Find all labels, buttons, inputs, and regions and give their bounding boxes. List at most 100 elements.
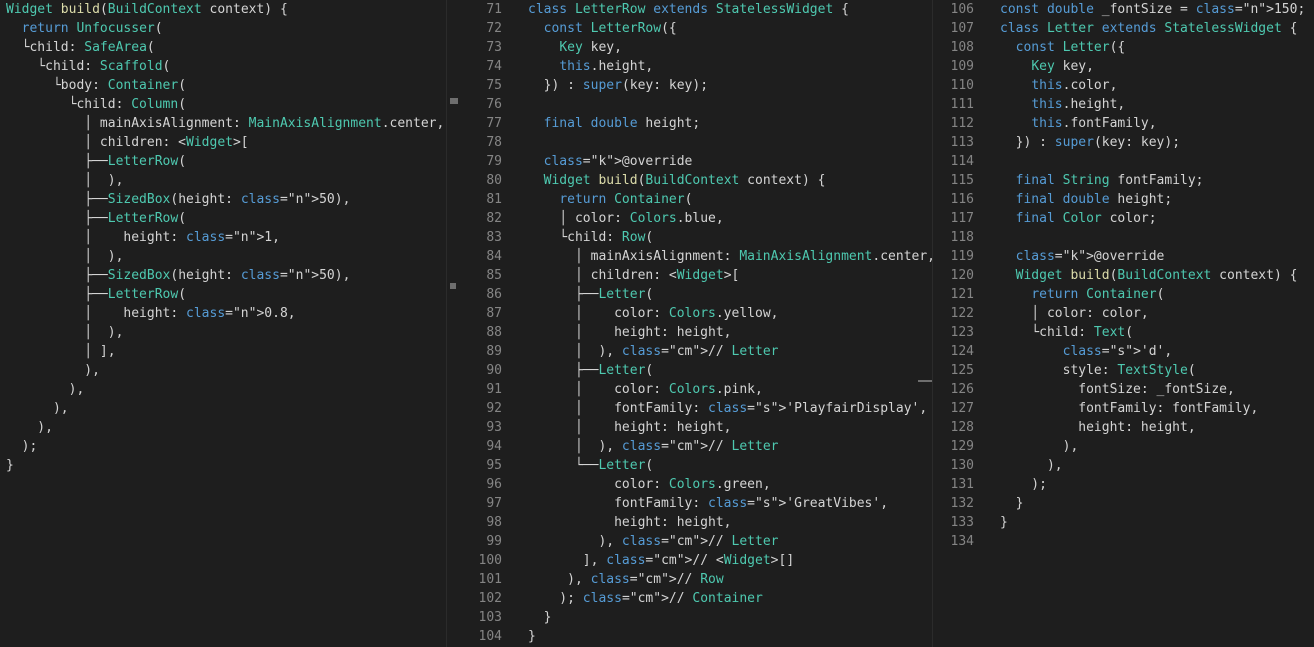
code-line[interactable]: 131 ); [934,475,1314,494]
code-line[interactable]: 111 this.height, [934,95,1314,114]
pane-divider[interactable] [446,0,447,647]
code-line[interactable]: 72 const LetterRow({ [462,19,932,38]
code-line[interactable]: 84 │ mainAxisAlignment: MainAxisAlignmen… [462,247,932,266]
code-line[interactable]: └child: Column( [0,95,446,114]
code-line[interactable]: 73 Key key, [462,38,932,57]
code-line[interactable]: 82 │ color: Colors.blue, [462,209,932,228]
line-number: 73 [486,40,502,55]
code-line[interactable]: 90 ├──Letter( [462,361,932,380]
code-line[interactable]: 104} [462,627,932,646]
code-text: return Container( [1031,287,1165,302]
code-line[interactable]: 130 ), [934,456,1314,475]
code-line[interactable]: 71 class LetterRow extends StatelessWidge… [462,0,932,19]
code-line[interactable]: └body: Container( [0,76,446,95]
code-line[interactable]: 116 final double height; [934,190,1314,209]
code-line[interactable]: 75 }) : super(key: key); [462,76,932,95]
code-line[interactable]: ), [0,399,446,418]
code-line[interactable]: 78 [462,133,932,152]
code-line[interactable]: 119 class="k">@override [934,247,1314,266]
code-line[interactable]: 83 └child: Row( [462,228,932,247]
code-line[interactable]: 88 │ height: height, [462,323,932,342]
code-line[interactable]: return Unfocusser( [0,19,446,38]
code-line[interactable]: └child: Scaffold( [0,57,446,76]
code-line[interactable]: 80 Widget build(BuildContext context) { [462,171,932,190]
code-line[interactable]: ├──LetterRow( [0,152,446,171]
code-line[interactable]: 96 color: Colors.green, [462,475,932,494]
code-line[interactable]: 89 │ ), class="cm">// Letter [462,342,932,361]
code-line[interactable]: │ height: class="n">0.8, [0,304,446,323]
code-line[interactable]: 121 return Container( [934,285,1314,304]
code-line[interactable]: 117 final Color color; [934,209,1314,228]
code-line[interactable]: 127 fontFamily: fontFamily, [934,399,1314,418]
code-line[interactable]: } [0,456,446,475]
code-line[interactable]: 103 } [462,608,932,627]
code-line[interactable]: 108 const Letter({ [934,38,1314,57]
code-line[interactable]: 106 const double _fontSize = class="n">15… [934,0,1314,19]
code-line[interactable]: 94 │ ), class="cm">// Letter [462,437,932,456]
code-line[interactable]: 77 final double height; [462,114,932,133]
code-line[interactable]: 100 ], class="cm">// <Widget>[] [462,551,932,570]
code-line[interactable]: 112 this.fontFamily, [934,114,1314,133]
code-line[interactable]: 133} [934,513,1314,532]
code-line[interactable]: 91 │ color: Colors.pink, [462,380,932,399]
code-line[interactable]: ├──SizedBox(height: class="n">50), [0,266,446,285]
editor-pane-middle[interactable]: 71 class LetterRow extends StatelessWidge… [462,0,932,647]
code-line[interactable]: ), [0,361,446,380]
code-line[interactable]: 114 [934,152,1314,171]
code-line[interactable]: 125 style: TextStyle( [934,361,1314,380]
code-line[interactable]: ); [0,437,446,456]
code-text: ), [6,382,85,397]
editor-pane-left[interactable]: Widget build(BuildContext context) { ret… [0,0,446,647]
code-line[interactable]: 99 ), class="cm">// Letter [462,532,932,551]
line-number: 84 [486,249,502,264]
code-line[interactable]: Widget build(BuildContext context) { [0,0,446,19]
code-line[interactable]: 115 final String fontFamily; [934,171,1314,190]
code-line[interactable]: 113 }) : super(key: key); [934,133,1314,152]
code-line[interactable]: 110 this.color, [934,76,1314,95]
code-line[interactable]: 118 [934,228,1314,247]
code-line[interactable]: 98 height: height, [462,513,932,532]
code-line[interactable]: ), [0,380,446,399]
code-line[interactable]: 74 this.height, [462,57,932,76]
code-line[interactable]: 85 │ children: <Widget>[ [462,266,932,285]
line-number: 99 [486,534,502,549]
code-line[interactable]: 86 ├──Letter( [462,285,932,304]
code-line[interactable]: 120 Widget build(BuildContext context) { [934,266,1314,285]
code-line[interactable]: │ ), [0,247,446,266]
code-line[interactable]: 129 ), [934,437,1314,456]
code-line[interactable]: ├──LetterRow( [0,209,446,228]
code-line[interactable]: 97 fontFamily: class="s">'GreatVibes', [462,494,932,513]
code-line[interactable]: 128 height: height, [934,418,1314,437]
code-line[interactable]: 124 class="s">'d', [934,342,1314,361]
code-line[interactable]: │ height: class="n">1, [0,228,446,247]
code-line[interactable]: 93 │ height: height, [462,418,932,437]
code-line[interactable]: 95 └──Letter( [462,456,932,475]
code-line[interactable]: └child: SafeArea( [0,38,446,57]
code-line[interactable]: 109 Key key, [934,57,1314,76]
editor-pane-right[interactable]: 106 const double _fontSize = class="n">15… [934,0,1314,647]
code-line[interactable]: 132 } [934,494,1314,513]
code-line[interactable]: │ ), [0,323,446,342]
code-line[interactable]: 126 fontSize: _fontSize, [934,380,1314,399]
code-line[interactable]: 92 │ fontFamily: class="s">'PlayfairDisp… [462,399,932,418]
code-line[interactable]: │ ), [0,171,446,190]
code-line[interactable]: 87 │ color: Colors.yellow, [462,304,932,323]
code-line[interactable]: │ ], [0,342,446,361]
code-line[interactable]: │ children: <Widget>[ [0,133,446,152]
code-line[interactable]: ├──SizedBox(height: class="n">50), [0,190,446,209]
code-line[interactable]: 76 [462,95,932,114]
code-text: ), [6,401,69,416]
code-line[interactable]: ├──LetterRow( [0,285,446,304]
code-line[interactable]: 81 return Container( [462,190,932,209]
code-line[interactable]: 123 └child: Text( [934,323,1314,342]
code-line[interactable]: 102 ); class="cm">// Container [462,589,932,608]
code-line[interactable]: 107 class Letter extends StatelessWidget … [934,19,1314,38]
line-number: 120 [950,268,974,283]
code-line[interactable]: │ mainAxisAlignment: MainAxisAlignment.c… [0,114,446,133]
code-line[interactable]: 79 class="k">@override [462,152,932,171]
code-line[interactable]: ), [0,418,446,437]
code-line[interactable]: 122 │ color: color, [934,304,1314,323]
code-line[interactable]: 101 ), class="cm">// Row [462,570,932,589]
pane-divider[interactable] [932,0,933,647]
code-line[interactable]: 134 [934,532,1314,551]
